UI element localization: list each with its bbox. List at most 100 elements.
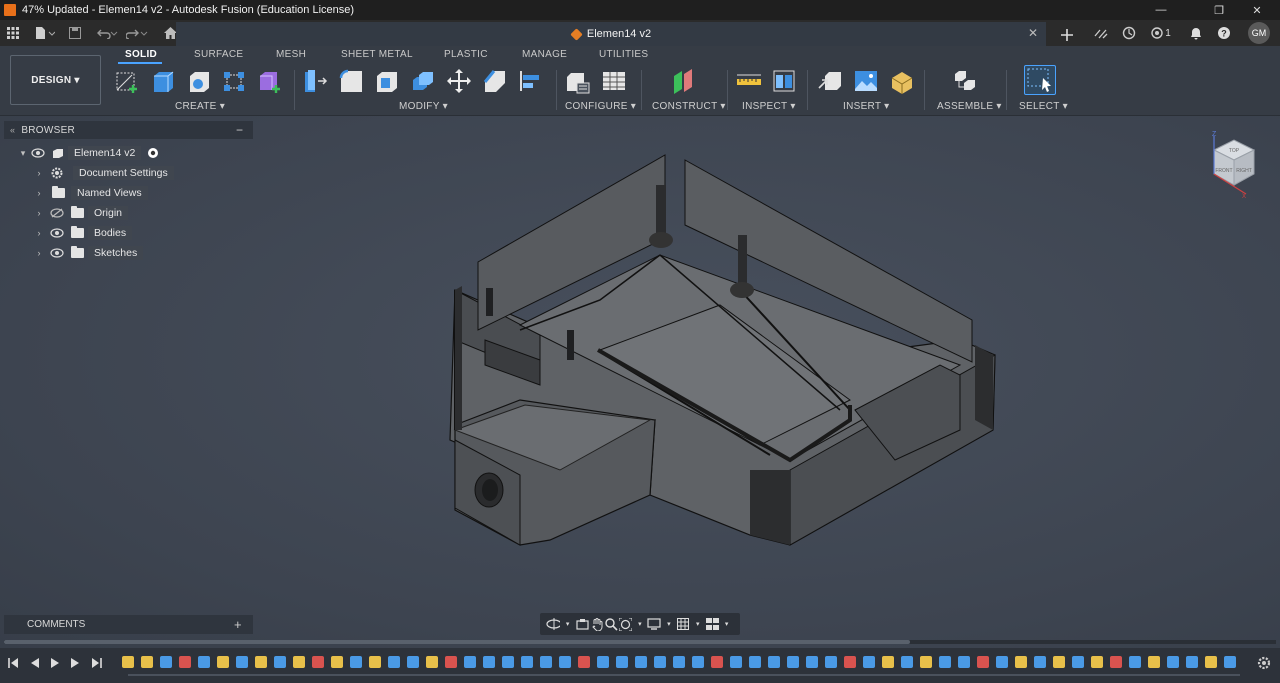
tab-solid[interactable]: SOLID <box>125 49 157 60</box>
timeline-extrude-feature[interactable] <box>502 656 514 668</box>
create-form-icon[interactable] <box>257 68 283 94</box>
tab-plastic[interactable]: PLASTIC <box>444 49 488 60</box>
timeline-extrude-feature[interactable] <box>730 656 742 668</box>
offset-plane-icon[interactable] <box>671 68 697 94</box>
play-icon[interactable] <box>48 656 62 670</box>
tab-sheet-metal[interactable]: SHEET METAL <box>341 49 413 60</box>
add-comment-icon[interactable]: + <box>234 617 242 632</box>
timeline-extrude-feature[interactable] <box>350 656 362 668</box>
tab-utilities[interactable]: UTILITIES <box>599 49 648 60</box>
construct-menu[interactable]: CONSTRUCT ▾ <box>652 101 726 112</box>
step-back-icon[interactable] <box>28 656 42 670</box>
timeline-extrude-feature[interactable] <box>863 656 875 668</box>
revolve-icon[interactable] <box>186 68 212 94</box>
display-dropdown-icon[interactable]: ▾ <box>662 617 676 631</box>
shell-icon[interactable] <box>374 68 400 94</box>
chevron-right-icon[interactable]: › <box>34 228 44 238</box>
collapse-panel-icon[interactable]: « <box>10 125 15 135</box>
browser-item-origin[interactable]: › Origin <box>34 205 129 221</box>
timeline-extrude-feature[interactable] <box>483 656 495 668</box>
timeline-extrude-feature[interactable] <box>388 656 400 668</box>
timeline-extrude-feature[interactable] <box>1186 656 1198 668</box>
select-tool-icon[interactable] <box>1024 65 1056 95</box>
activate-radio-icon[interactable] <box>147 147 159 159</box>
timeline-extrude-feature[interactable] <box>559 656 571 668</box>
viewports-icon[interactable] <box>705 617 719 631</box>
align-icon[interactable] <box>517 68 543 94</box>
browser-item-bodies[interactable]: › Bodies <box>34 225 133 241</box>
timeline-settings-gear-icon[interactable] <box>1256 655 1272 671</box>
close-tab-icon[interactable]: ✕ <box>1028 26 1038 40</box>
maximize-button[interactable]: ❐ <box>1202 0 1236 20</box>
timeline-sketch-feature[interactable] <box>1091 656 1103 668</box>
extrude-icon[interactable] <box>150 68 176 94</box>
undo-icon[interactable] <box>94 24 120 42</box>
document-tab[interactable]: Elemen14 v2 ✕ <box>176 22 1046 46</box>
close-window-button[interactable]: ✕ <box>1240 0 1274 20</box>
fit-icon[interactable] <box>618 617 632 631</box>
select-menu[interactable]: SELECT ▾ <box>1019 101 1068 112</box>
viewcube-front-label[interactable]: FRONT <box>1215 168 1232 174</box>
timeline-extrude-feature[interactable] <box>236 656 248 668</box>
timeline-extrude-feature[interactable] <box>198 656 210 668</box>
chevron-down-icon[interactable]: ▾ <box>18 148 28 159</box>
timeline-extrude-feature[interactable] <box>768 656 780 668</box>
redo-icon[interactable] <box>124 24 150 42</box>
insert-mcmaster-icon[interactable] <box>889 68 915 94</box>
orbit-dropdown-icon[interactable]: ▾ <box>561 617 575 631</box>
data-panel-grid-icon[interactable] <box>4 24 22 42</box>
chevron-right-icon[interactable]: › <box>34 208 44 218</box>
timeline-sketch-feature[interactable] <box>217 656 229 668</box>
help-icon[interactable]: ? <box>1215 24 1233 42</box>
timeline-sketch-feature[interactable] <box>293 656 305 668</box>
timeline-extrude-feature[interactable] <box>711 656 723 668</box>
eye-icon[interactable] <box>50 248 64 258</box>
go-to-start-icon[interactable] <box>6 656 20 670</box>
configuration-table-icon[interactable] <box>601 68 627 94</box>
assemble-menu[interactable]: ASSEMBLE ▾ <box>937 101 1002 112</box>
browser-root-node[interactable]: ▾ Elemen14 v2 <box>18 145 159 161</box>
fit-dropdown-icon[interactable]: ▾ <box>633 617 647 631</box>
timeline-extrude-feature[interactable] <box>749 656 761 668</box>
canvas-image-icon[interactable] <box>853 68 879 94</box>
timeline-extrude-feature[interactable] <box>844 656 856 668</box>
move-copy-icon[interactable] <box>446 68 472 94</box>
job-status-icon[interactable]: 1 <box>1148 24 1174 42</box>
timeline-sketch-feature[interactable] <box>426 656 438 668</box>
look-at-icon[interactable] <box>575 617 589 631</box>
insert-derive-icon[interactable] <box>817 68 843 94</box>
extensions-icon[interactable] <box>1092 24 1110 42</box>
grid-snaps-icon[interactable] <box>676 617 690 631</box>
orbit-icon[interactable] <box>546 617 561 631</box>
timeline-extrude-feature[interactable] <box>1224 656 1236 668</box>
modify-menu[interactable]: MODIFY ▾ <box>399 101 448 112</box>
timeline-sketch-feature[interactable] <box>141 656 153 668</box>
timeline-sketch-feature[interactable] <box>1148 656 1160 668</box>
timeline-sketch-feature[interactable] <box>255 656 267 668</box>
press-pull-icon[interactable] <box>302 68 328 94</box>
configure-menu[interactable]: CONFIGURE ▾ <box>565 101 636 112</box>
timeline-extrude-feature[interactable] <box>825 656 837 668</box>
eye-icon[interactable] <box>50 228 64 238</box>
workspace-switcher-button[interactable]: DESIGN ▾ <box>10 55 101 105</box>
step-forward-icon[interactable] <box>68 656 82 670</box>
timeline-extrude-feature[interactable] <box>958 656 970 668</box>
timeline-sketch-feature[interactable] <box>1205 656 1217 668</box>
timeline-extrude-feature[interactable] <box>160 656 172 668</box>
timeline-extrude-feature[interactable] <box>654 656 666 668</box>
timeline-sketch-feature[interactable] <box>179 656 191 668</box>
timeline-sketch-feature[interactable] <box>1015 656 1027 668</box>
grid-dropdown-icon[interactable]: ▾ <box>691 617 705 631</box>
timeline-extrude-feature[interactable] <box>996 656 1008 668</box>
timeline-sketch-feature[interactable] <box>882 656 894 668</box>
timeline-extrude-feature[interactable] <box>673 656 685 668</box>
inspect-menu[interactable]: INSPECT ▾ <box>742 101 796 112</box>
notifications-bell-icon[interactable] <box>1187 24 1205 42</box>
rectangular-pattern-icon[interactable] <box>221 68 247 94</box>
timeline-extrude-feature[interactable] <box>312 656 324 668</box>
save-icon[interactable] <box>66 24 84 42</box>
timeline-extrude-feature[interactable] <box>1129 656 1141 668</box>
timeline-extrude-feature[interactable] <box>1072 656 1084 668</box>
timeline-extrude-feature[interactable] <box>464 656 476 668</box>
chevron-right-icon[interactable]: › <box>34 248 44 258</box>
